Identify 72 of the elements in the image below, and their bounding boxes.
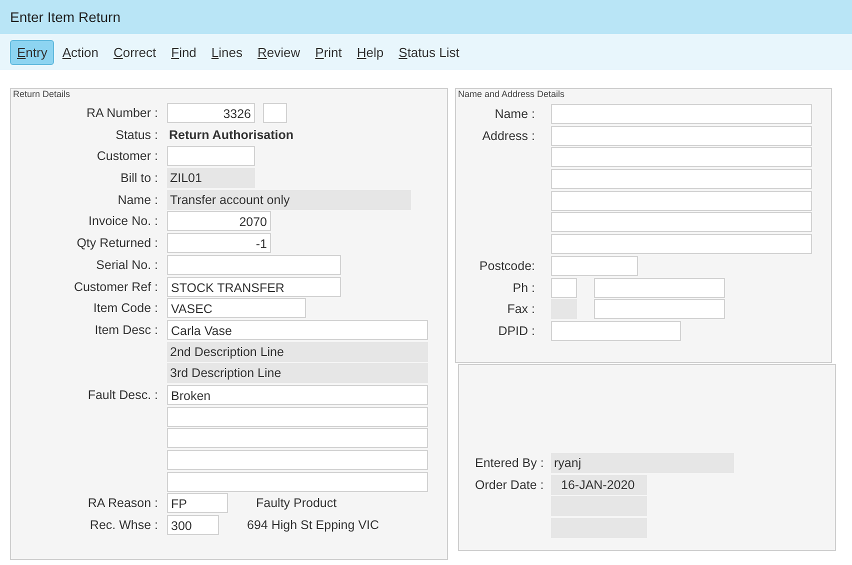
menu-item[interactable]: Lines — [204, 40, 250, 64]
field-label: RA Reason : — [88, 496, 158, 510]
input-field[interactable] — [551, 234, 812, 254]
input-field[interactable] — [551, 147, 812, 168]
field-label: Postcode: — [479, 258, 535, 273]
readonly-field: 16-JAN-2020 — [551, 474, 647, 495]
menu-item[interactable]: Entry — [10, 40, 54, 64]
field-label: Bill to : — [120, 171, 158, 186]
field-label: Fault Desc. : — [88, 388, 158, 402]
field-label: Name : — [494, 107, 535, 121]
panel-title: Return Details — [13, 89, 70, 99]
field-label: Name : — [118, 192, 158, 207]
input-field[interactable]: -1 — [167, 233, 271, 254]
field-label: DPID : — [498, 324, 535, 338]
input-field[interactable] — [551, 256, 638, 276]
input-field[interactable] — [167, 472, 428, 492]
input-field[interactable] — [167, 428, 428, 448]
input-field[interactable] — [551, 169, 812, 190]
field-label: Order Date : — [475, 478, 544, 492]
menu-item[interactable]: Find — [164, 40, 204, 64]
field-label: Customer Ref : — [74, 280, 158, 294]
field-label: Qty Returned : — [76, 236, 158, 250]
input-field[interactable]: Carla Vase — [167, 320, 428, 340]
readonly-field: 3rd Description Line — [167, 363, 428, 384]
menu-item[interactable]: Status List — [392, 40, 466, 64]
input-field[interactable] — [167, 146, 255, 166]
readonly-field: Transfer account only — [167, 190, 411, 210]
input-field[interactable] — [263, 103, 287, 123]
readonly-field: ZIL01 — [167, 168, 255, 188]
input-field[interactable] — [551, 320, 681, 341]
panel-title: Name and Address Details — [458, 89, 565, 99]
input-field[interactable]: 3326 — [167, 103, 255, 123]
input-field[interactable]: VASEC — [167, 298, 306, 318]
window-title: Enter Item Return — [10, 9, 120, 25]
field-text: Return Authorisation — [168, 128, 294, 142]
input-field[interactable] — [551, 212, 812, 232]
input-field[interactable]: FP — [167, 493, 228, 514]
field-label: Ph : — [512, 280, 535, 294]
input-field[interactable] — [167, 406, 428, 427]
input-field[interactable] — [551, 104, 812, 124]
input-field[interactable] — [551, 126, 812, 146]
field-label: Item Desc : — [94, 322, 158, 337]
field-label: RA Number : — [86, 106, 158, 120]
input-field[interactable] — [551, 190, 812, 211]
field-text: Faulty Product — [255, 496, 337, 510]
field-label: Fax : — [507, 302, 535, 316]
input-field[interactable] — [167, 254, 341, 275]
menu-item[interactable]: Action — [55, 40, 106, 64]
field-label: Address : — [482, 128, 535, 143]
input-field[interactable]: STOCK TRANSFER — [167, 276, 341, 296]
field-label: Rec. Whse : — [90, 518, 158, 532]
menu-item[interactable]: Print — [308, 40, 349, 64]
menu-item[interactable]: Review — [250, 40, 308, 64]
input-field[interactable]: 300 — [167, 515, 219, 536]
input-field[interactable] — [594, 278, 725, 298]
input-field[interactable] — [594, 299, 725, 320]
readonly-field: 2nd Description Line — [167, 342, 428, 362]
field-label: Status : — [116, 128, 158, 142]
field-label: Entered By : — [475, 456, 544, 470]
input-field[interactable] — [551, 278, 577, 298]
field-text: 694 High St Epping VIC — [246, 518, 380, 532]
menu-item[interactable]: Help — [350, 40, 391, 64]
field-label: Serial No. : — [96, 258, 158, 272]
input-field[interactable] — [167, 450, 428, 470]
field-label: Invoice No. : — [88, 214, 158, 228]
field-label: Item Code : — [93, 301, 158, 316]
field-label: Customer : — [96, 149, 158, 164]
readonly-field — [551, 299, 577, 320]
readonly-field: ryanj — [551, 453, 734, 473]
menu-item[interactable]: Correct — [106, 40, 164, 64]
input-field[interactable]: 2070 — [167, 211, 271, 232]
input-field[interactable]: Broken — [167, 384, 428, 405]
